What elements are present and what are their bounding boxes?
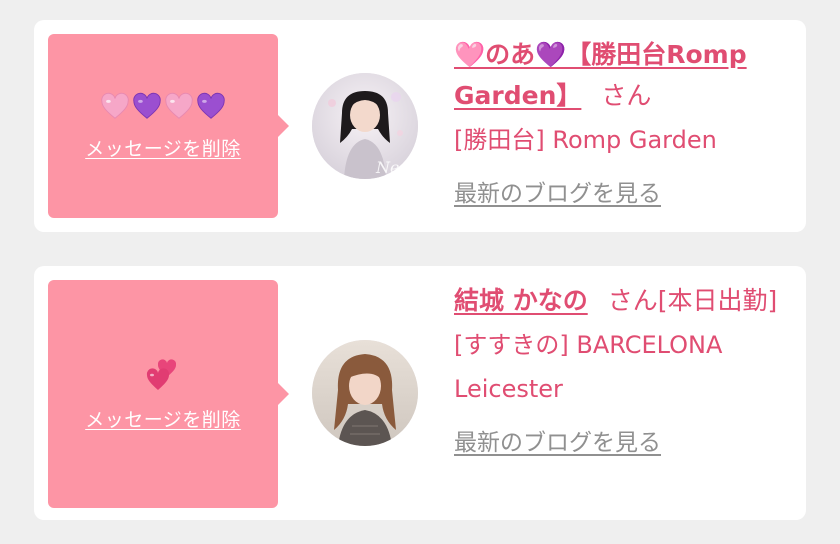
avatar-caption: Nea — [375, 158, 409, 177]
purple-heart-icon — [133, 92, 161, 119]
honorific-suffix: さん[本日出勤] — [607, 286, 778, 315]
message-box: メッセージを削除 — [48, 280, 289, 508]
message-list: メッセージを削除 Nea 🩷のあ💜【勝田台Romp Garden】 さん [勝田… — [0, 0, 840, 544]
delete-message-link[interactable]: メッセージを削除 — [85, 405, 241, 432]
avatar-photo — [312, 340, 418, 446]
emoji-decoration — [100, 92, 226, 122]
shop-name: [すすきの] BARCELONA Leicester — [454, 331, 723, 403]
two-hearts-icon — [146, 358, 177, 390]
girl-info: 🩷のあ💜【勝田台Romp Garden】 さん [勝田台] Romp Garden… — [454, 34, 784, 208]
girl-info: 結城 かなの さん[本日出勤] [すすきの] BARCELONA Leiceste… — [454, 280, 784, 457]
message-card: メッセージを削除 Nea 🩷のあ💜【勝田台Romp Garden】 さん [勝田… — [34, 20, 806, 232]
girl-avatar[interactable]: Nea — [312, 73, 418, 179]
honorific-suffix: さん — [601, 81, 652, 110]
pink-heart-icon — [101, 92, 129, 119]
avatar-photo: Nea — [312, 73, 418, 179]
name-line: 結城 かなの さん[本日出勤] — [454, 280, 784, 321]
latest-blog-link[interactable]: 最新のブログを見る — [454, 423, 661, 457]
girl-name-link[interactable]: 結城 かなの — [454, 286, 588, 315]
purple-heart-icon — [197, 92, 225, 119]
message-box: メッセージを削除 — [48, 34, 289, 218]
pink-heart-icon — [165, 92, 193, 119]
girl-avatar[interactable] — [312, 340, 418, 446]
name-line: 🩷のあ💜【勝田台Romp Garden】 さん — [454, 34, 784, 116]
message-card: メッセージを削除 結城 かなの さん[本日出勤] [すすきの] BARCELON… — [34, 266, 806, 520]
shop-name: [勝田台] Romp Garden — [454, 126, 717, 154]
delete-message-link[interactable]: メッセージを削除 — [85, 134, 241, 161]
latest-blog-link[interactable]: 最新のブログを見る — [454, 174, 661, 208]
